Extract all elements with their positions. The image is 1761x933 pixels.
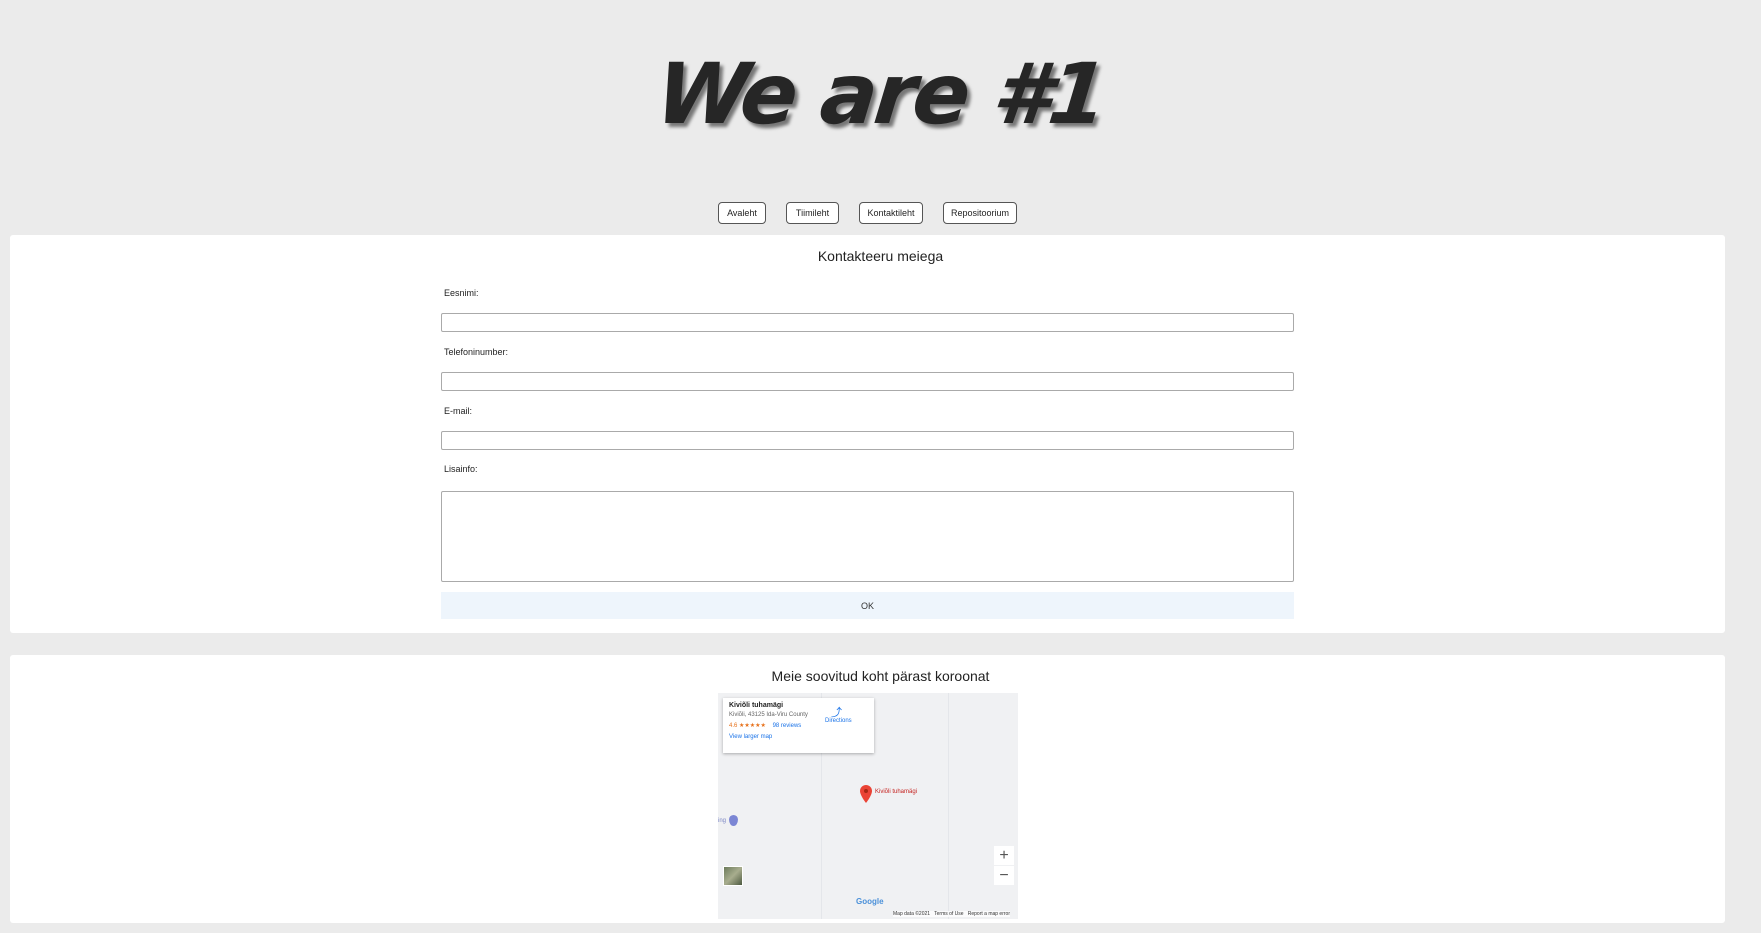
google-logo: Google [856,897,884,906]
larger-map-link[interactable]: View larger map [729,734,868,740]
embedded-map[interactable]: Kiviõli tuhamägi Kiviõli, 43125 Ida-Viru… [718,693,1018,919]
satellite-toggle-icon[interactable] [723,866,743,886]
map-data-text: Map data ©2021 [893,911,931,917]
submit-button[interactable]: OK [441,592,1294,619]
rating: 4.6 [729,723,738,729]
email-label: E-mail: [444,406,473,416]
nav-repositoorium[interactable]: Repositoorium [943,202,1017,224]
marker-label: Kiviõli tuhamägi [875,789,918,795]
nav-avaleht[interactable]: Avaleht [718,202,766,224]
nav-tiimileht[interactable]: Tiimileht [786,202,839,224]
map-heading: Meie soovitud koht pärast koroonat [771,668,990,684]
email-input[interactable] [441,431,1294,450]
zoom-out-button[interactable]: − [994,866,1014,885]
report-error-link[interactable]: Report a map error [968,911,1010,917]
place-info-card: Kiviõli tuhamägi Kiviõli, 43125 Ida-Viru… [723,698,874,753]
place-name: Kiviõli tuhamägi [729,702,784,709]
parking-icon[interactable] [729,815,738,826]
nav-kontaktileht[interactable]: Kontaktileht [859,202,923,224]
first-name-input[interactable] [441,313,1294,332]
extra-info-label: Lisainfo: [444,464,478,474]
contact-heading: Kontakteeru meiega [817,248,944,264]
extra-info-textarea[interactable] [441,491,1294,582]
terms-link[interactable]: Terms of Use [934,911,963,917]
phone-label: Telefoninumber: [444,347,509,357]
page-title: We are #1 [651,45,1110,143]
zoom-in-button[interactable]: + [994,846,1014,865]
map-marker-icon[interactable] [860,785,872,803]
side-poi-label: ing [718,818,727,824]
first-name-label: Eesnimi: [444,288,479,298]
rating-stars: ★★★★★ [739,723,766,729]
directions-link[interactable]: Directions [825,718,852,724]
phone-input[interactable] [441,372,1294,391]
reviews-link[interactable]: 98 reviews [773,723,802,729]
